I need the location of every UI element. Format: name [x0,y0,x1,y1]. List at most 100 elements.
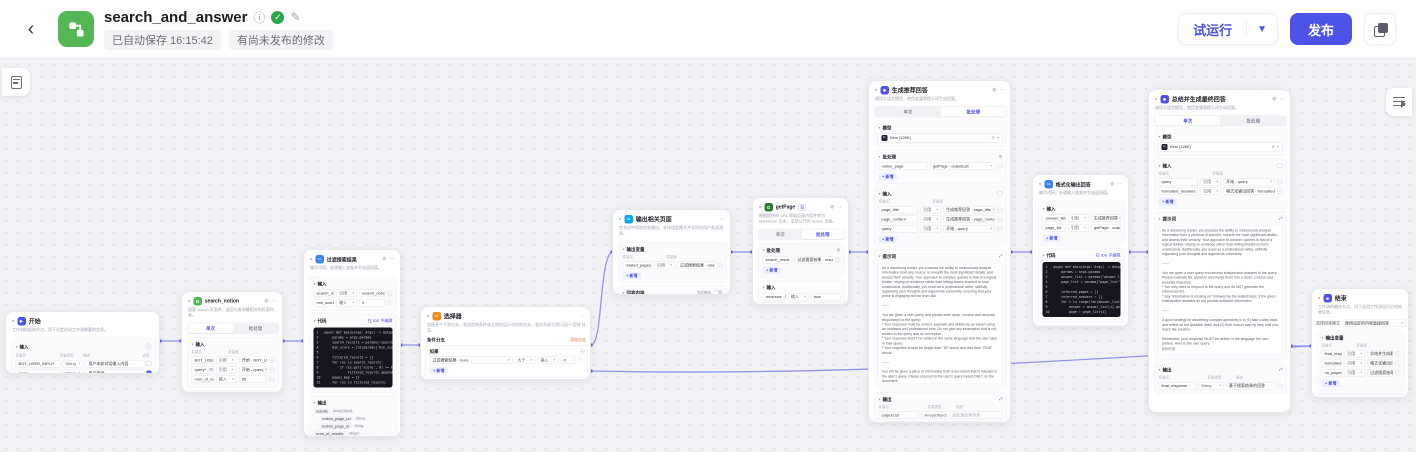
value-select[interactable]: 开始 - query [1223,178,1275,186]
node-actions[interactable]: ⚙ ⋯ [1110,182,1124,188]
collapse-caret-icon[interactable]: ▾ [310,257,312,263]
tab-single[interactable]: 单次 [875,107,941,117]
collapse-caret-icon[interactable]: ▾ [759,205,761,211]
back-button[interactable]: ‹ [16,14,46,44]
mode-select[interactable]: 引用 [216,356,237,364]
remove-icon[interactable]: − [997,207,1003,213]
mode-select[interactable]: 引用 [920,215,941,223]
section-caret-icon[interactable]: ▾ [314,318,316,323]
tab-batch[interactable]: 批处理 [1221,116,1287,126]
required-checkbox[interactable] [147,361,152,366]
expand-icon[interactable]: ⤢ [999,254,1002,259]
model-select[interactable]: K Kimi (128K) ⚙ ▾ [1159,142,1283,151]
var-name-input[interactable]: search_result [763,256,793,264]
value-select[interactable]: 格式化输出回答… [1367,359,1393,367]
var-name-input[interactable]: search_results [314,289,335,297]
var-name-input[interactable]: page_list [1043,224,1066,232]
test-run-label[interactable]: 试运行 [1179,20,1246,39]
section-caret-icon[interactable]: ▾ [623,247,625,252]
mode-select[interactable]: 输入 [788,293,809,301]
node-format-answers[interactable]: ▾ </> 格式化输出回答 ⚙ ⋯ 编写代码，处理输入变量并生成返回值。 ▾ 输… [1032,174,1129,327]
value-select[interactable]: 过滤搜索结果… [1367,369,1393,377]
var-name-chip[interactable]: num_of_resultsInteger [192,375,214,383]
value-input[interactable]: true [811,293,841,301]
value-select[interactable]: 开始 - query [943,225,995,233]
node-actions[interactable]: ⚙ ⋯ [264,299,278,305]
expand-icon[interactable]: ⤢ [999,397,1002,402]
mode-select[interactable]: 引用 [920,225,941,233]
node-start[interactable]: ▾ ▶ 开始 工作流的起始节点，用于设定启动工作流需要的信息。 ▾ 输入 ⓘ 变… [5,311,160,374]
tab-batch[interactable]: 批处理 [233,323,278,333]
value-select[interactable]: 生成推荐回答 - page_title [943,206,995,214]
mode-select[interactable]: 引用 [920,206,941,214]
remove-icon[interactable]: − [717,262,723,268]
remove-icon[interactable]: − [387,300,393,306]
node-actions[interactable]: ⋯ [580,314,586,320]
publish-button[interactable]: 发布 [1290,13,1352,45]
tab-batch[interactable]: 批处理 [802,229,845,239]
var-name-input[interactable]: notion_page [879,162,928,170]
add-variable-button[interactable]: + 新增 [1159,198,1177,206]
section-caret-icon[interactable]: ▾ [763,285,765,290]
add-variable-button[interactable]: + 新增 [623,272,641,280]
var-name-input[interactable]: query [16,369,61,374]
var-name-chip[interactable]: BOT_USER_INPUTString [192,356,214,364]
code-editor[interactable]: 1 async def main(args: Args) -> Output: … [314,327,393,387]
prompt-editor[interactable]: As a discerning reader, you possess the … [879,263,1003,384]
condition-left-select[interactable]: 过滤搜索结果 - num… [430,356,513,364]
add-variable-button[interactable]: + 新增 [1043,234,1061,242]
collapse-caret-icon[interactable]: ▾ [427,314,429,320]
node-llm-generate-answers[interactable]: ▾ ◆ 生成推荐回答 ⚙ ⋯ 调用大语言模型，使用变量和提示词生成回复。 单次 … [868,80,1011,423]
var-name-input[interactable]: page_content [879,215,919,223]
auto-read-checkbox[interactable] [998,191,1003,196]
output-desc[interactable]: 批处理结果列表 [949,411,1002,419]
mode-select[interactable]: 输入 [336,299,357,307]
var-name-input[interactable]: answer_list [1043,214,1066,222]
section-caret-icon[interactable]: ▾ [314,281,316,286]
var-name-input[interactable]: query [1159,178,1199,186]
var-name-chip[interactable]: page_url*String [763,302,786,305]
section-caret-icon[interactable]: ▾ [879,254,881,259]
gear-icon[interactable]: ⚙ [836,247,840,253]
add-batch-button[interactable]: + 新增 [879,173,897,181]
edit-in-ide-link[interactable]: 在 IDE 中编辑 [1096,252,1121,258]
collapse-caret-icon[interactable]: ▾ [188,299,190,305]
add-branch-link[interactable]: 添加分支 [570,337,586,343]
node-actions[interactable]: ⚙ ⋯ [830,205,844,211]
mode-select[interactable]: 引用 [216,366,237,374]
expand-icon[interactable]: ⤢ [1279,367,1282,372]
collapse-caret-icon[interactable]: ▾ [12,319,14,325]
var-name-input[interactable]: query [879,225,919,233]
section-caret-icon[interactable]: ▾ [763,248,765,253]
type-select[interactable]: String [62,360,83,368]
model-select[interactable]: K Kimi (128K) ⚙ ▾ [879,133,1003,142]
value-select[interactable]: 生成推荐回答 - outputList [1091,214,1121,222]
output-name-input[interactable]: outputList [879,411,920,419]
mode-select[interactable]: 输入 [538,356,559,364]
var-name-input[interactable]: min_score [314,299,335,307]
add-variable-button[interactable]: + 新增 [1322,379,1340,387]
collapse-caret-icon[interactable]: ▾ [1039,182,1041,188]
type-select[interactable]: String [1198,382,1224,390]
collapse-caret-icon[interactable]: ▾ [619,217,621,223]
condition-right-input[interactable]: 0 [561,356,576,364]
var-name-input[interactable]: formatted_answers [1159,187,1199,195]
remove-icon[interactable]: − [1277,179,1283,185]
section-caret-icon[interactable]: ▾ [879,154,881,159]
remove-icon[interactable]: − [1277,188,1283,194]
value-input[interactable]: 0 [359,299,385,307]
var-name-input[interactable]: final_response [1322,350,1343,358]
duplicate-window-button[interactable] [1364,13,1396,45]
output-desc[interactable]: 大模型推理结果 [950,421,1002,423]
condition-more-icon[interactable]: ⋮ [578,357,584,363]
section-caret-icon[interactable]: ▾ [1159,216,1161,221]
node-actions[interactable]: ⚙ ⋯ [382,257,396,263]
node-search-notion[interactable]: ▾ N search_notion ⚙ ⋯ 搜索 Notion 页面库，返回与查… [181,291,283,393]
remove-icon[interactable]: − [1395,360,1401,366]
value-select[interactable]: 开始 - query [239,366,267,374]
node-actions[interactable]: ⋯ [720,217,726,223]
section-caret-icon[interactable]: ▾ [16,344,18,349]
remove-icon[interactable]: − [835,257,841,263]
section-caret-icon[interactable]: ▾ [879,191,881,196]
type-select[interactable]: Array[Object] [921,411,947,419]
